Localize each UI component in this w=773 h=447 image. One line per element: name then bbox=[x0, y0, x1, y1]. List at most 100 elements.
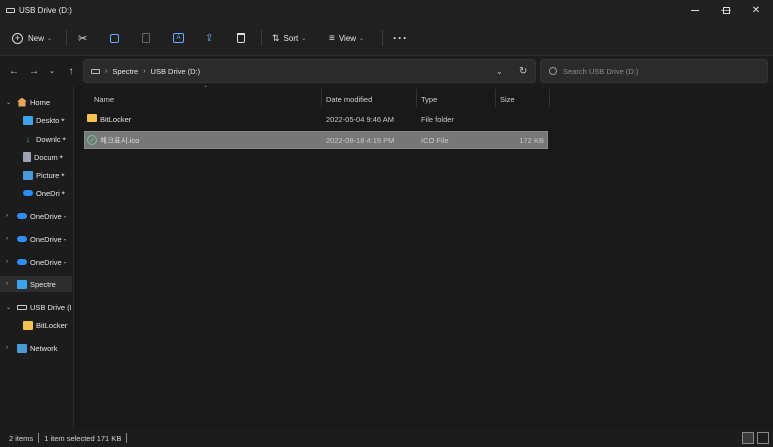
column-divider[interactable] bbox=[549, 89, 550, 107]
sidebar-item-desktop[interactable]: Deskto ✦ bbox=[0, 112, 72, 128]
more-icon: ··· bbox=[393, 31, 408, 45]
table-row[interactable]: BitLocker 2022-05-04 9:46 AM File folder bbox=[84, 110, 548, 128]
sidebar-item-bitlocker[interactable]: BitLocker bbox=[0, 317, 72, 333]
paste-button[interactable] bbox=[142, 28, 150, 48]
divider bbox=[261, 30, 262, 46]
address-bar[interactable]: › Spectre › USB Drive (D:) ⌄ ↻ bbox=[83, 59, 536, 83]
sidebar-item-label: Downlc bbox=[36, 134, 61, 144]
drive-icon bbox=[91, 68, 100, 74]
sidebar-item-documents[interactable]: Docum ✦ bbox=[0, 149, 72, 165]
file-name: 체크표시.ico bbox=[100, 135, 140, 145]
checkmark-icon: ✓ bbox=[87, 135, 97, 145]
delete-button[interactable] bbox=[237, 28, 245, 48]
column-divider[interactable] bbox=[321, 89, 322, 107]
sidebar-item-pictures[interactable]: Picture ✦ bbox=[0, 167, 72, 183]
navigation-pane: ⌄ Home Deskto ✦ ↓ Downlc ✦ Docum ✦ Pictu… bbox=[0, 86, 74, 429]
divider bbox=[38, 433, 40, 443]
more-options-button[interactable]: ··· bbox=[393, 28, 408, 48]
sidebar-item-onedrive-2[interactable]: › OneDrive - bbox=[0, 231, 72, 247]
share-button[interactable]: ⇪ bbox=[205, 28, 213, 48]
sidebar-item-onedrive-3[interactable]: › OneDrive - bbox=[0, 254, 72, 270]
sidebar-item-label: Home bbox=[30, 97, 51, 107]
sidebar-item-label: OneDrive - bbox=[30, 257, 67, 267]
sidebar-item-label: USB Drive (I bbox=[30, 302, 72, 312]
sidebar-item-network[interactable]: › Network bbox=[0, 340, 72, 356]
sidebar-item-onedrive-1[interactable]: › OneDrive - bbox=[0, 208, 72, 224]
file-type: File folder bbox=[421, 114, 454, 124]
chevron-right-icon: › bbox=[6, 345, 8, 351]
usb-drive-icon bbox=[17, 304, 27, 310]
chevron-down-icon: ⌄ bbox=[359, 35, 365, 42]
pin-icon[interactable]: ✦ bbox=[59, 154, 64, 161]
recent-locations-button[interactable]: ⌄ bbox=[45, 64, 59, 78]
sidebar-item-usb-drive[interactable]: ⌄ USB Drive (I bbox=[0, 299, 72, 315]
search-box[interactable]: Search USB Drive (D:) bbox=[540, 59, 768, 83]
view-button[interactable]: ≡ View ⌄ bbox=[329, 28, 364, 48]
column-header-size[interactable]: Size bbox=[500, 90, 515, 108]
address-dropdown-button[interactable]: ⌄ bbox=[496, 67, 503, 76]
sidebar-item-spectre[interactable]: › Spectre bbox=[0, 276, 72, 292]
breadcrumb-separator-icon: › bbox=[143, 67, 146, 75]
pin-icon[interactable]: ✦ bbox=[62, 136, 67, 143]
divider bbox=[382, 30, 383, 46]
rename-button[interactable]: A bbox=[173, 28, 184, 48]
file-date: 2022-08-18 4:19 PM bbox=[326, 135, 395, 145]
cut-button[interactable]: ✂ bbox=[78, 28, 87, 48]
chevron-right-icon: › bbox=[6, 213, 8, 219]
arrow-left-icon: ← bbox=[9, 65, 19, 77]
file-date: 2022-05-04 9:46 AM bbox=[326, 114, 394, 124]
search-icon bbox=[549, 67, 557, 75]
details-view-button[interactable] bbox=[742, 432, 754, 444]
network-icon bbox=[17, 343, 27, 353]
pin-icon[interactable]: ✦ bbox=[60, 172, 65, 179]
cloud-icon bbox=[17, 213, 27, 219]
up-button[interactable]: ↑ bbox=[64, 64, 78, 78]
arrow-up-icon: ↑ bbox=[68, 65, 74, 77]
tiles-view-button[interactable] bbox=[757, 432, 769, 444]
sidebar-item-onedrive-quick[interactable]: OneDri ✦ bbox=[0, 185, 72, 201]
sort-label: Sort bbox=[283, 33, 299, 43]
document-icon bbox=[23, 152, 31, 162]
sidebar-item-label: Picture bbox=[36, 170, 60, 180]
pin-icon[interactable]: ✦ bbox=[60, 117, 65, 124]
new-label: New bbox=[28, 33, 45, 43]
sort-button[interactable]: ⇅ Sort ⌄ bbox=[272, 28, 306, 48]
file-list: ⌃ Name Date modified Type Size BitLocker… bbox=[75, 86, 773, 429]
chevron-down-icon: ⌄ bbox=[47, 35, 53, 42]
copy-icon bbox=[110, 33, 119, 43]
title-bar: USB Drive (D:) — bbox=[0, 0, 773, 20]
breadcrumb-separator-icon: › bbox=[105, 67, 108, 75]
column-divider[interactable] bbox=[416, 89, 417, 107]
sidebar-item-label: OneDrive - bbox=[30, 211, 67, 221]
divider bbox=[126, 433, 128, 443]
breadcrumb-spectre[interactable]: Spectre bbox=[112, 67, 138, 76]
folder-icon bbox=[23, 320, 33, 330]
arrow-right-icon: → bbox=[29, 65, 39, 77]
folder-icon bbox=[87, 114, 97, 124]
breadcrumb-usb-drive[interactable]: USB Drive (D:) bbox=[151, 67, 201, 76]
column-header-type[interactable]: Type bbox=[421, 90, 437, 108]
column-header-date[interactable]: Date modified bbox=[326, 90, 372, 108]
download-icon: ↓ bbox=[25, 133, 31, 144]
forward-button[interactable]: → bbox=[27, 64, 41, 78]
back-button[interactable]: ← bbox=[7, 64, 21, 78]
sidebar-item-downloads[interactable]: ↓ Downlc ✦ bbox=[0, 131, 72, 147]
new-button[interactable]: + New ⌄ bbox=[12, 28, 52, 48]
selection-info: 1 item selected 171 KB bbox=[44, 433, 122, 443]
sidebar-item-home[interactable]: ⌄ Home bbox=[0, 94, 72, 110]
column-header-name[interactable]: Name bbox=[94, 90, 114, 108]
pin-icon[interactable]: ✦ bbox=[61, 190, 66, 197]
view-label: View bbox=[338, 33, 357, 43]
column-divider[interactable] bbox=[495, 89, 496, 107]
table-row[interactable]: ✓ 체크표시.ico 2022-08-18 4:19 PM ICO File 1… bbox=[84, 131, 548, 149]
refresh-button[interactable]: ↻ bbox=[519, 66, 527, 77]
file-type: ICO File bbox=[421, 135, 449, 145]
minimize-button[interactable] bbox=[680, 0, 710, 20]
window-title: USB Drive (D:) bbox=[19, 5, 72, 15]
maximize-button[interactable] bbox=[711, 0, 741, 20]
plus-circle-icon: + bbox=[12, 32, 23, 44]
close-button[interactable]: ✕ bbox=[741, 0, 771, 20]
copy-button[interactable] bbox=[110, 28, 119, 48]
cloud-icon bbox=[17, 236, 27, 242]
chevron-down-icon: ⌄ bbox=[301, 35, 307, 42]
